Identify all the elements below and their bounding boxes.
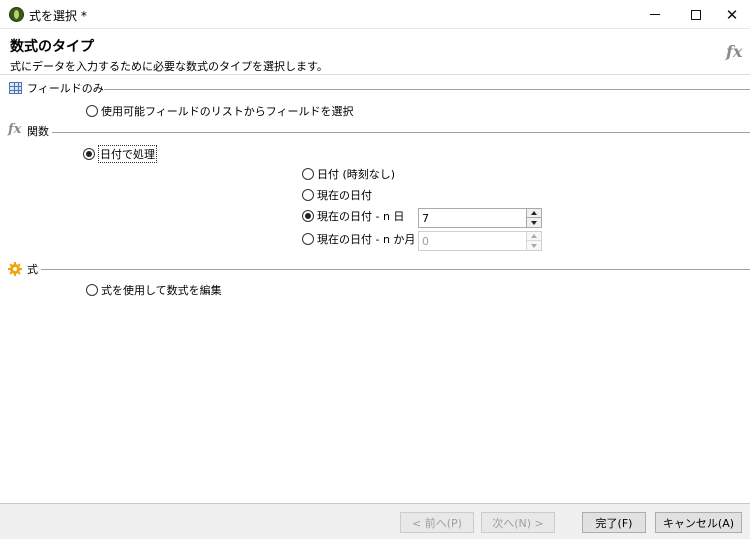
section-expression-header: 式 xyxy=(24,261,38,277)
title-bar: 式を選択 * ✕ xyxy=(0,0,750,29)
fx-icon: fx xyxy=(8,122,22,137)
months-spinner-buttons xyxy=(526,232,541,250)
radio-date-processing-circle[interactable] xyxy=(83,148,95,160)
section-expression-divider xyxy=(41,269,750,270)
close-button[interactable]: ✕ xyxy=(714,0,750,29)
months-spinner-down-button xyxy=(526,241,541,250)
radio-edit-expression[interactable]: 式を使用して数式を編集 xyxy=(86,282,222,298)
section-fields-divider xyxy=(104,89,750,90)
section-functions-divider xyxy=(52,132,750,133)
radio-date-processing-label: 日付で処理 xyxy=(98,145,157,163)
page-title: 数式のタイプ xyxy=(10,39,94,55)
chevron-down-icon xyxy=(531,220,537,225)
maximize-icon xyxy=(691,9,701,20)
page-subtitle: 式にデータを入力するために必要な数式のタイプを選択します。 xyxy=(10,60,328,73)
radio-current-date-minus-days-circle[interactable] xyxy=(302,210,314,222)
close-icon: ✕ xyxy=(725,5,739,24)
app-icon xyxy=(9,7,24,22)
next-button[interactable]: 次へ(N) > xyxy=(481,512,555,533)
section-expression-label: 式 xyxy=(27,263,38,276)
cancel-button[interactable]: キャンセル(A) xyxy=(655,512,742,533)
dialog-footer: < 前へ(P) 次へ(N) > 完了(F) キャンセル(A) xyxy=(0,503,750,539)
radio-edit-expression-label: 式を使用して数式を編集 xyxy=(101,284,222,297)
finish-button[interactable]: 完了(F) xyxy=(582,512,646,533)
section-fields-label: フィールドのみ xyxy=(27,82,104,95)
gear-icon xyxy=(8,262,22,276)
section-functions-label: 関数 xyxy=(27,125,49,138)
radio-current-date-label: 現在の日付 xyxy=(317,189,372,202)
radio-current-date-minus-days-label: 現在の日付 - n 日 xyxy=(317,210,405,223)
months-spinner-value: 0 xyxy=(422,235,429,248)
radio-current-date-minus-months-label: 現在の日付 - n か月 xyxy=(317,233,416,246)
radio-field-list-label: 使用可能フィールドのリストからフィールドを選択 xyxy=(101,105,354,118)
months-spinner: 0 xyxy=(418,231,542,251)
radio-current-date-minus-months[interactable]: 現在の日付 - n か月 xyxy=(302,231,415,247)
chevron-up-icon xyxy=(531,211,537,215)
days-spinner-down-button[interactable] xyxy=(526,218,541,227)
radio-date-no-time[interactable]: 日付 (時刻なし) xyxy=(302,166,395,182)
radio-date-no-time-label: 日付 (時刻なし) xyxy=(317,168,396,181)
radio-current-date-circle[interactable] xyxy=(302,189,314,201)
chevron-up-icon xyxy=(531,234,537,238)
radio-date-processing[interactable]: 日付で処理 xyxy=(83,145,157,163)
header-divider xyxy=(0,74,750,75)
maximize-button[interactable] xyxy=(673,0,719,29)
months-spinner-up-button xyxy=(526,232,541,241)
radio-field-list-circle[interactable] xyxy=(86,105,98,117)
grid-icon xyxy=(9,82,22,94)
radio-current-date-minus-months-circle[interactable] xyxy=(302,233,314,245)
days-spinner-buttons xyxy=(526,209,541,227)
fx-logo-icon: fx xyxy=(726,42,743,61)
radio-field-list[interactable]: 使用可能フィールドのリストからフィールドを選択 xyxy=(86,103,354,119)
window-title: 式を選択 * xyxy=(29,9,87,23)
radio-date-no-time-circle[interactable] xyxy=(302,168,314,180)
section-fields-header: フィールドのみ xyxy=(24,80,104,96)
days-spinner-up-button[interactable] xyxy=(526,209,541,218)
minimize-icon xyxy=(650,14,660,15)
minimize-button[interactable] xyxy=(632,0,678,29)
chevron-down-icon xyxy=(531,243,537,248)
section-functions-header: 関数 xyxy=(24,123,49,139)
radio-current-date[interactable]: 現在の日付 xyxy=(302,187,372,203)
dialog-header: 数式のタイプ 式にデータを入力するために必要な数式のタイプを選択します。 fx xyxy=(0,30,750,74)
back-button[interactable]: < 前へ(P) xyxy=(400,512,474,533)
days-spinner-value[interactable]: 7 xyxy=(422,212,429,225)
radio-edit-expression-circle[interactable] xyxy=(86,284,98,296)
radio-current-date-minus-days[interactable]: 現在の日付 - n 日 xyxy=(302,208,404,224)
days-spinner[interactable]: 7 xyxy=(418,208,542,228)
